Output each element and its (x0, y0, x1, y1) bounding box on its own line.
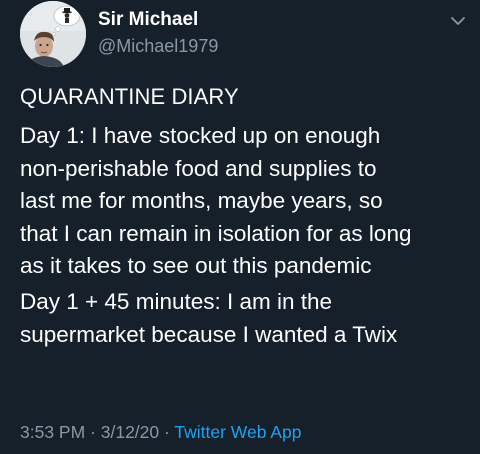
tweet-line: that I can remain in isolation for as lo… (20, 220, 412, 246)
avatar[interactable] (20, 1, 86, 67)
tweet-time[interactable]: 3:53 PM (20, 422, 85, 442)
tweet-line: Day 1: I have stocked up on enough (20, 123, 381, 148)
tweet-source-link[interactable]: Twitter Web App (174, 422, 301, 442)
tweet-line: as it takes to see out this pandemic (20, 253, 372, 279)
tweet-text: QUARANTINE DIARY Day 1: I have stocked u… (20, 83, 470, 351)
avatar-image (20, 1, 86, 67)
tweet-date[interactable]: 3/12/20 (101, 422, 159, 442)
tweet-paragraph-1: Day 1: I have stocked up on enough non-p… (20, 120, 470, 283)
display-name[interactable]: Sir Michael (98, 9, 198, 31)
tweet-card: Sir Michael @Michael1979 QUARANTINE DIAR… (0, 0, 480, 454)
tweet-line: Day 1 + 45 minutes: I am in the (20, 288, 333, 314)
tweet-line: non-perishable food and supplies to (20, 155, 377, 181)
meta-separator: · (85, 422, 101, 442)
user-handle[interactable]: @Michael1979 (98, 35, 218, 57)
tweet-title-line: QUARANTINE DIARY (20, 84, 239, 109)
chevron-down-icon[interactable] (449, 12, 467, 30)
tweet-line: last me for months, maybe years, so (20, 188, 383, 214)
meta-separator: · (159, 422, 175, 442)
tweet-line: supermarket because I wanted a Twix (20, 321, 398, 347)
tweet-paragraph-2: Day 1 + 45 minutes: I am in the supermar… (20, 286, 470, 351)
tweet-meta: 3:53 PM · 3/12/20 · Twitter Web App (20, 421, 302, 443)
